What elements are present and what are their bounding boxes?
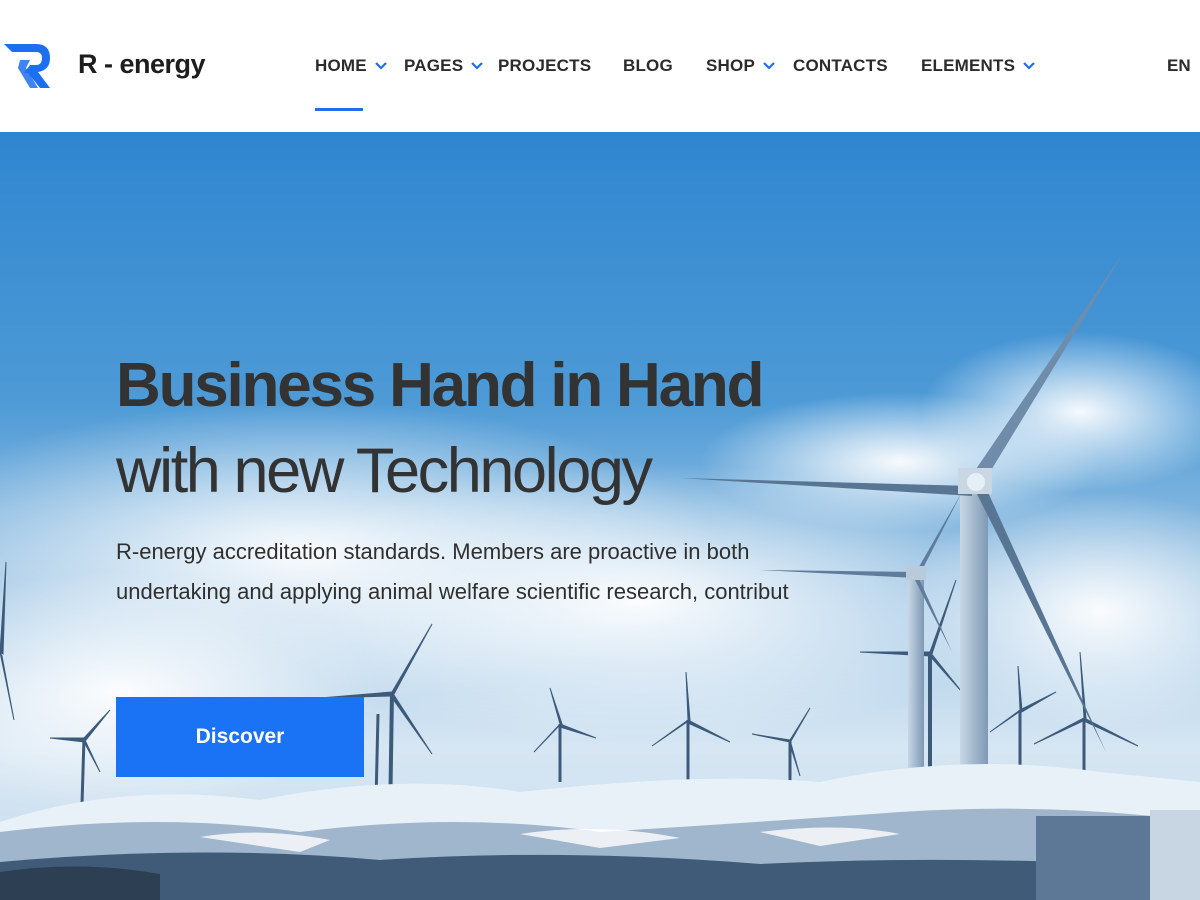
nav-item-label: ELEMENTS bbox=[921, 56, 1016, 75]
nav-item-contacts[interactable]: CONTACTS bbox=[793, 52, 888, 80]
language-switcher[interactable]: EN bbox=[1167, 56, 1191, 76]
nav-item-label: PAGES bbox=[404, 56, 464, 75]
nav-item-label: BLOG bbox=[623, 56, 673, 75]
nav-item-projects[interactable]: PROJECTS bbox=[498, 52, 591, 80]
chevron-down-icon bbox=[1023, 62, 1035, 70]
nav-item-pages[interactable]: PAGES bbox=[404, 52, 484, 80]
brand-logo[interactable]: R - energy bbox=[0, 38, 206, 94]
active-nav-indicator bbox=[315, 108, 363, 111]
nav-item-home[interactable]: HOME bbox=[315, 52, 387, 80]
discover-button[interactable]: Discover bbox=[116, 697, 364, 777]
hero-title: Business Hand in Hand bbox=[116, 351, 764, 420]
r-logo-icon bbox=[4, 44, 50, 88]
hero-subtitle: with new Technology bbox=[116, 436, 653, 506]
nav-item-blog[interactable]: BLOG bbox=[623, 52, 673, 80]
chevron-down-icon bbox=[763, 62, 775, 70]
nav-item-label: SHOP bbox=[706, 56, 755, 75]
nav-item-label: PROJECTS bbox=[498, 56, 592, 75]
chevron-down-icon bbox=[375, 62, 387, 70]
hero-description: R-energy accreditation standards. Member… bbox=[116, 539, 789, 604]
chevron-down-icon bbox=[471, 62, 484, 70]
nav-item-label: CONTACTS bbox=[793, 56, 888, 75]
wind-turbines-background-image bbox=[0, 132, 1200, 900]
hero-section: Business Hand in Hand with new Technolog… bbox=[0, 132, 1200, 900]
site-header: R - energy HOME PAGES PROJECTS BLOG SHOP… bbox=[0, 0, 1200, 132]
brand-name: R - energy bbox=[78, 49, 206, 79]
nav-item-label: HOME bbox=[315, 56, 367, 75]
nav-item-shop[interactable]: SHOP bbox=[706, 52, 775, 80]
nav-item-elements[interactable]: ELEMENTS bbox=[921, 52, 1035, 80]
